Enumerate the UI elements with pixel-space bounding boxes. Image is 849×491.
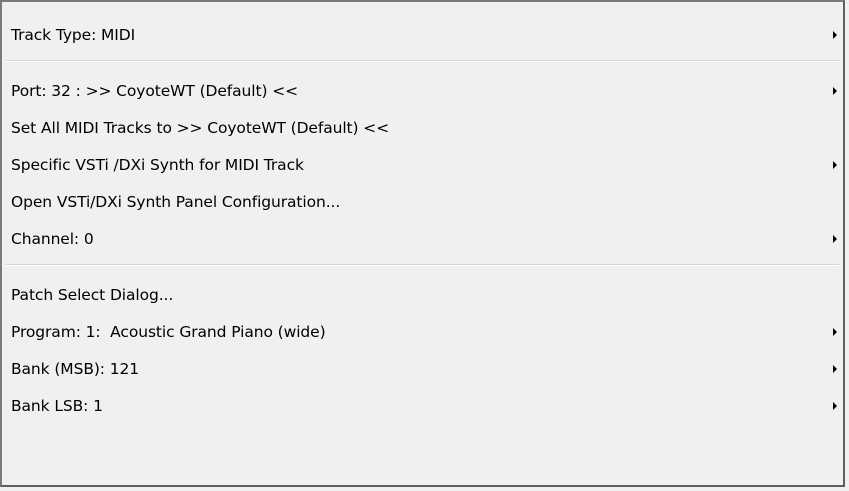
menu-item-label: Program: 1: Acoustic Grand Piano (wide) bbox=[11, 322, 326, 341]
submenu-arrow-icon bbox=[833, 86, 837, 95]
submenu-arrow-icon bbox=[833, 364, 837, 373]
menu-separator bbox=[6, 264, 839, 266]
menu-item-label: Set All MIDI Tracks to >> CoyoteWT (Defa… bbox=[11, 118, 390, 137]
menu-item-specific-vsti-synth[interactable]: Specific VSTi /DXi Synth for MIDI Track bbox=[4, 146, 841, 183]
menu-item-open-synth-panel-config[interactable]: Open VSTi/DXi Synth Panel Configuration.… bbox=[4, 183, 841, 220]
menu-item-track-type[interactable]: Track Type: MIDI bbox=[4, 16, 841, 53]
submenu-arrow-icon bbox=[833, 327, 837, 336]
menu-item-bank-lsb[interactable]: Bank LSB: 1 bbox=[4, 387, 841, 424]
menu-item-program[interactable]: Program: 1: Acoustic Grand Piano (wide) bbox=[4, 313, 841, 350]
menu-item-label: Bank LSB: 1 bbox=[11, 396, 103, 415]
context-menu: Track Type: MIDI Port: 32 : >> CoyoteWT … bbox=[0, 0, 845, 487]
menu-item-label: Track Type: MIDI bbox=[11, 25, 136, 44]
menu-item-label: Bank (MSB): 121 bbox=[11, 359, 140, 378]
menu-item-bank-msb[interactable]: Bank (MSB): 121 bbox=[4, 350, 841, 387]
menu-item-label: Port: 32 : >> CoyoteWT (Default) << bbox=[11, 81, 299, 100]
submenu-arrow-icon bbox=[833, 234, 837, 243]
menu-item-label: Specific VSTi /DXi Synth for MIDI Track bbox=[11, 155, 304, 174]
submenu-arrow-icon bbox=[833, 160, 837, 169]
menu-item-set-all-midi-tracks[interactable]: Set All MIDI Tracks to >> CoyoteWT (Defa… bbox=[4, 109, 841, 146]
menu-separator bbox=[6, 60, 839, 62]
menu-item-label: Channel: 0 bbox=[11, 229, 94, 248]
menu-item-patch-select-dialog[interactable]: Patch Select Dialog... bbox=[4, 276, 841, 313]
menu-item-label: Patch Select Dialog... bbox=[11, 285, 174, 304]
submenu-arrow-icon bbox=[833, 401, 837, 410]
menu-item-channel[interactable]: Channel: 0 bbox=[4, 220, 841, 257]
menu-item-port[interactable]: Port: 32 : >> CoyoteWT (Default) << bbox=[4, 72, 841, 109]
menu-item-label: Open VSTi/DXi Synth Panel Configuration.… bbox=[11, 192, 341, 211]
submenu-arrow-icon bbox=[833, 30, 837, 39]
